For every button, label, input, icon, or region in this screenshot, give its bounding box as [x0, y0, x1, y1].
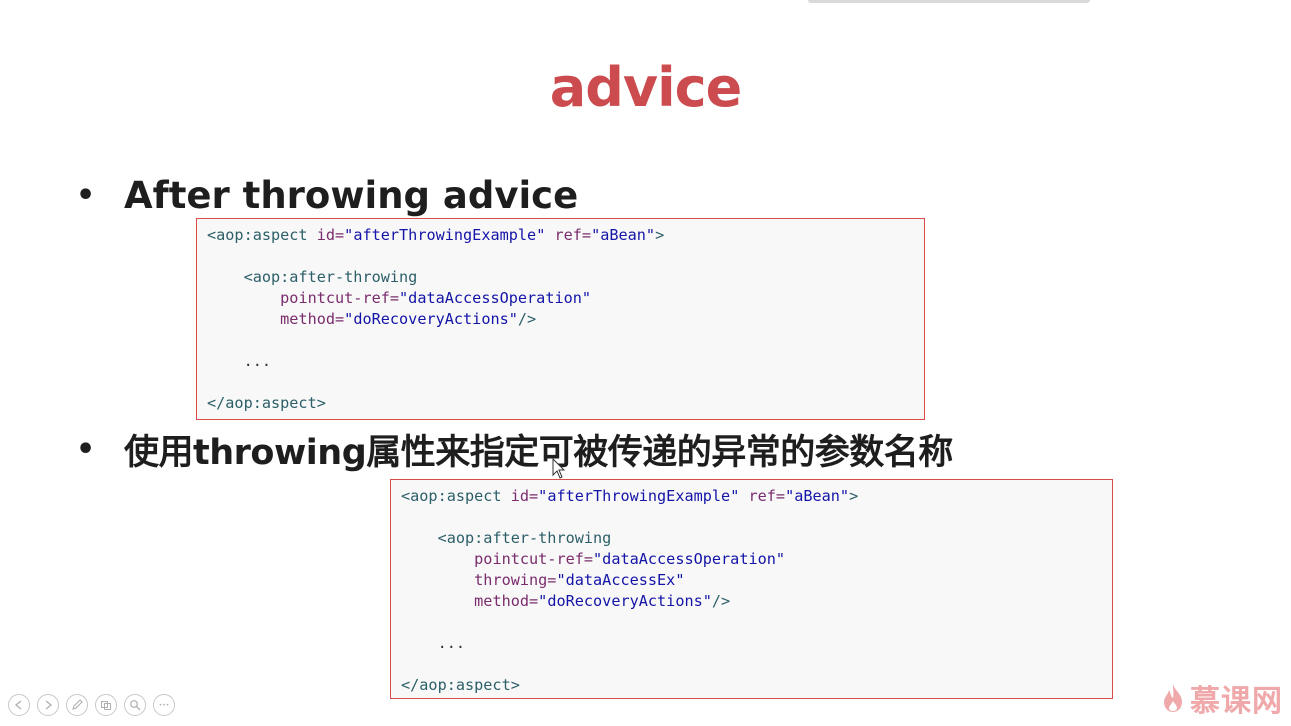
- code-attr: id=: [316, 226, 345, 244]
- code-value: "dataAccessEx": [556, 571, 685, 589]
- code-line: ...: [401, 633, 1102, 654]
- pen-icon[interactable]: [66, 694, 88, 716]
- code-attr: method=: [474, 592, 539, 610]
- top-overlay-strip: [808, 0, 1090, 3]
- code-line: <aop:aspect id="afterThrowingExample" re…: [207, 225, 914, 246]
- code-line: method="doRecoveryActions"/>: [401, 591, 1102, 612]
- code-line: pointcut-ref="dataAccessOperation": [207, 288, 914, 309]
- code-line: throwing="dataAccessEx": [401, 570, 1102, 591]
- bullet-dot: •: [76, 178, 96, 213]
- code-line: ...: [207, 351, 914, 372]
- code-ellipsis: ...: [243, 352, 272, 370]
- flame-icon: [1164, 684, 1182, 712]
- code-tag: />: [711, 592, 731, 610]
- code-value: "dataAccessOperation": [399, 289, 592, 307]
- bullet-text: After throwing advice: [124, 174, 579, 217]
- next-icon[interactable]: [37, 694, 59, 716]
- code-tag: <aop:after-throwing: [243, 268, 418, 286]
- code-tag: <aop:after-throwing: [437, 529, 612, 547]
- code-block-after-throwing: <aop:aspect id="afterThrowingExample" re…: [196, 218, 925, 420]
- brand-name: 慕课网: [1190, 684, 1283, 719]
- code-ellipsis: ...: [437, 634, 466, 652]
- code-attr: method=: [280, 310, 345, 328]
- bullet-dot: •: [76, 432, 95, 467]
- code-attr: pointcut-ref=: [474, 550, 594, 568]
- code-block-throwing-attribute: <aop:aspect id="afterThrowingExample" re…: [390, 479, 1113, 699]
- code-tag: >: [655, 226, 665, 244]
- code-attr: ref=: [739, 487, 786, 505]
- brand-logo: 慕课网: [1160, 676, 1283, 720]
- code-tag: >: [849, 487, 859, 505]
- bullet-text: 使用throwing属性来指定可被传递的异常的参数名称: [124, 433, 953, 473]
- code-line: </aop:aspect>: [401, 675, 1102, 696]
- more-icon[interactable]: •••: [153, 694, 175, 716]
- code-value: "afterThrowingExample": [344, 226, 546, 244]
- zoom-icon[interactable]: [124, 694, 146, 716]
- bullet-throwing-attribute: • 使用throwing属性来指定可被传递的异常的参数名称: [76, 424, 953, 475]
- code-value: "aBean": [591, 226, 656, 244]
- code-line: </aop:aspect>: [207, 393, 914, 414]
- code-attr: pointcut-ref=: [280, 289, 400, 307]
- code-line: <aop:aspect id="afterThrowingExample" re…: [401, 486, 1102, 507]
- code-tag: </aop:aspect>: [401, 676, 520, 694]
- code-tag: </aop:aspect>: [207, 394, 326, 412]
- mouse-cursor-icon: [552, 458, 566, 479]
- code-line: pointcut-ref="dataAccessOperation": [401, 549, 1102, 570]
- code-attr: id=: [510, 487, 539, 505]
- more-label: •••: [158, 701, 170, 709]
- code-line: method="doRecoveryActions"/>: [207, 309, 914, 330]
- slides-icon[interactable]: [95, 694, 117, 716]
- code-value: "afterThrowingExample": [538, 487, 740, 505]
- code-tag: />: [517, 310, 537, 328]
- code-tag: <aop:aspect: [207, 226, 317, 244]
- code-line: <aop:after-throwing: [401, 528, 1102, 549]
- code-line: <aop:after-throwing: [207, 267, 914, 288]
- code-attr: throwing=: [474, 571, 557, 589]
- code-value: "dataAccessOperation": [593, 550, 786, 568]
- code-value: "doRecoveryActions": [344, 310, 518, 328]
- bullet-after-throwing: • After throwing advice: [76, 174, 578, 217]
- code-tag: <aop:aspect: [401, 487, 511, 505]
- code-value: "aBean": [785, 487, 850, 505]
- slide-title: advice: [549, 56, 742, 119]
- previous-icon[interactable]: [8, 694, 30, 716]
- code-attr: ref=: [545, 226, 592, 244]
- code-value: "doRecoveryActions": [538, 592, 712, 610]
- presentation-controls: •••: [8, 694, 175, 716]
